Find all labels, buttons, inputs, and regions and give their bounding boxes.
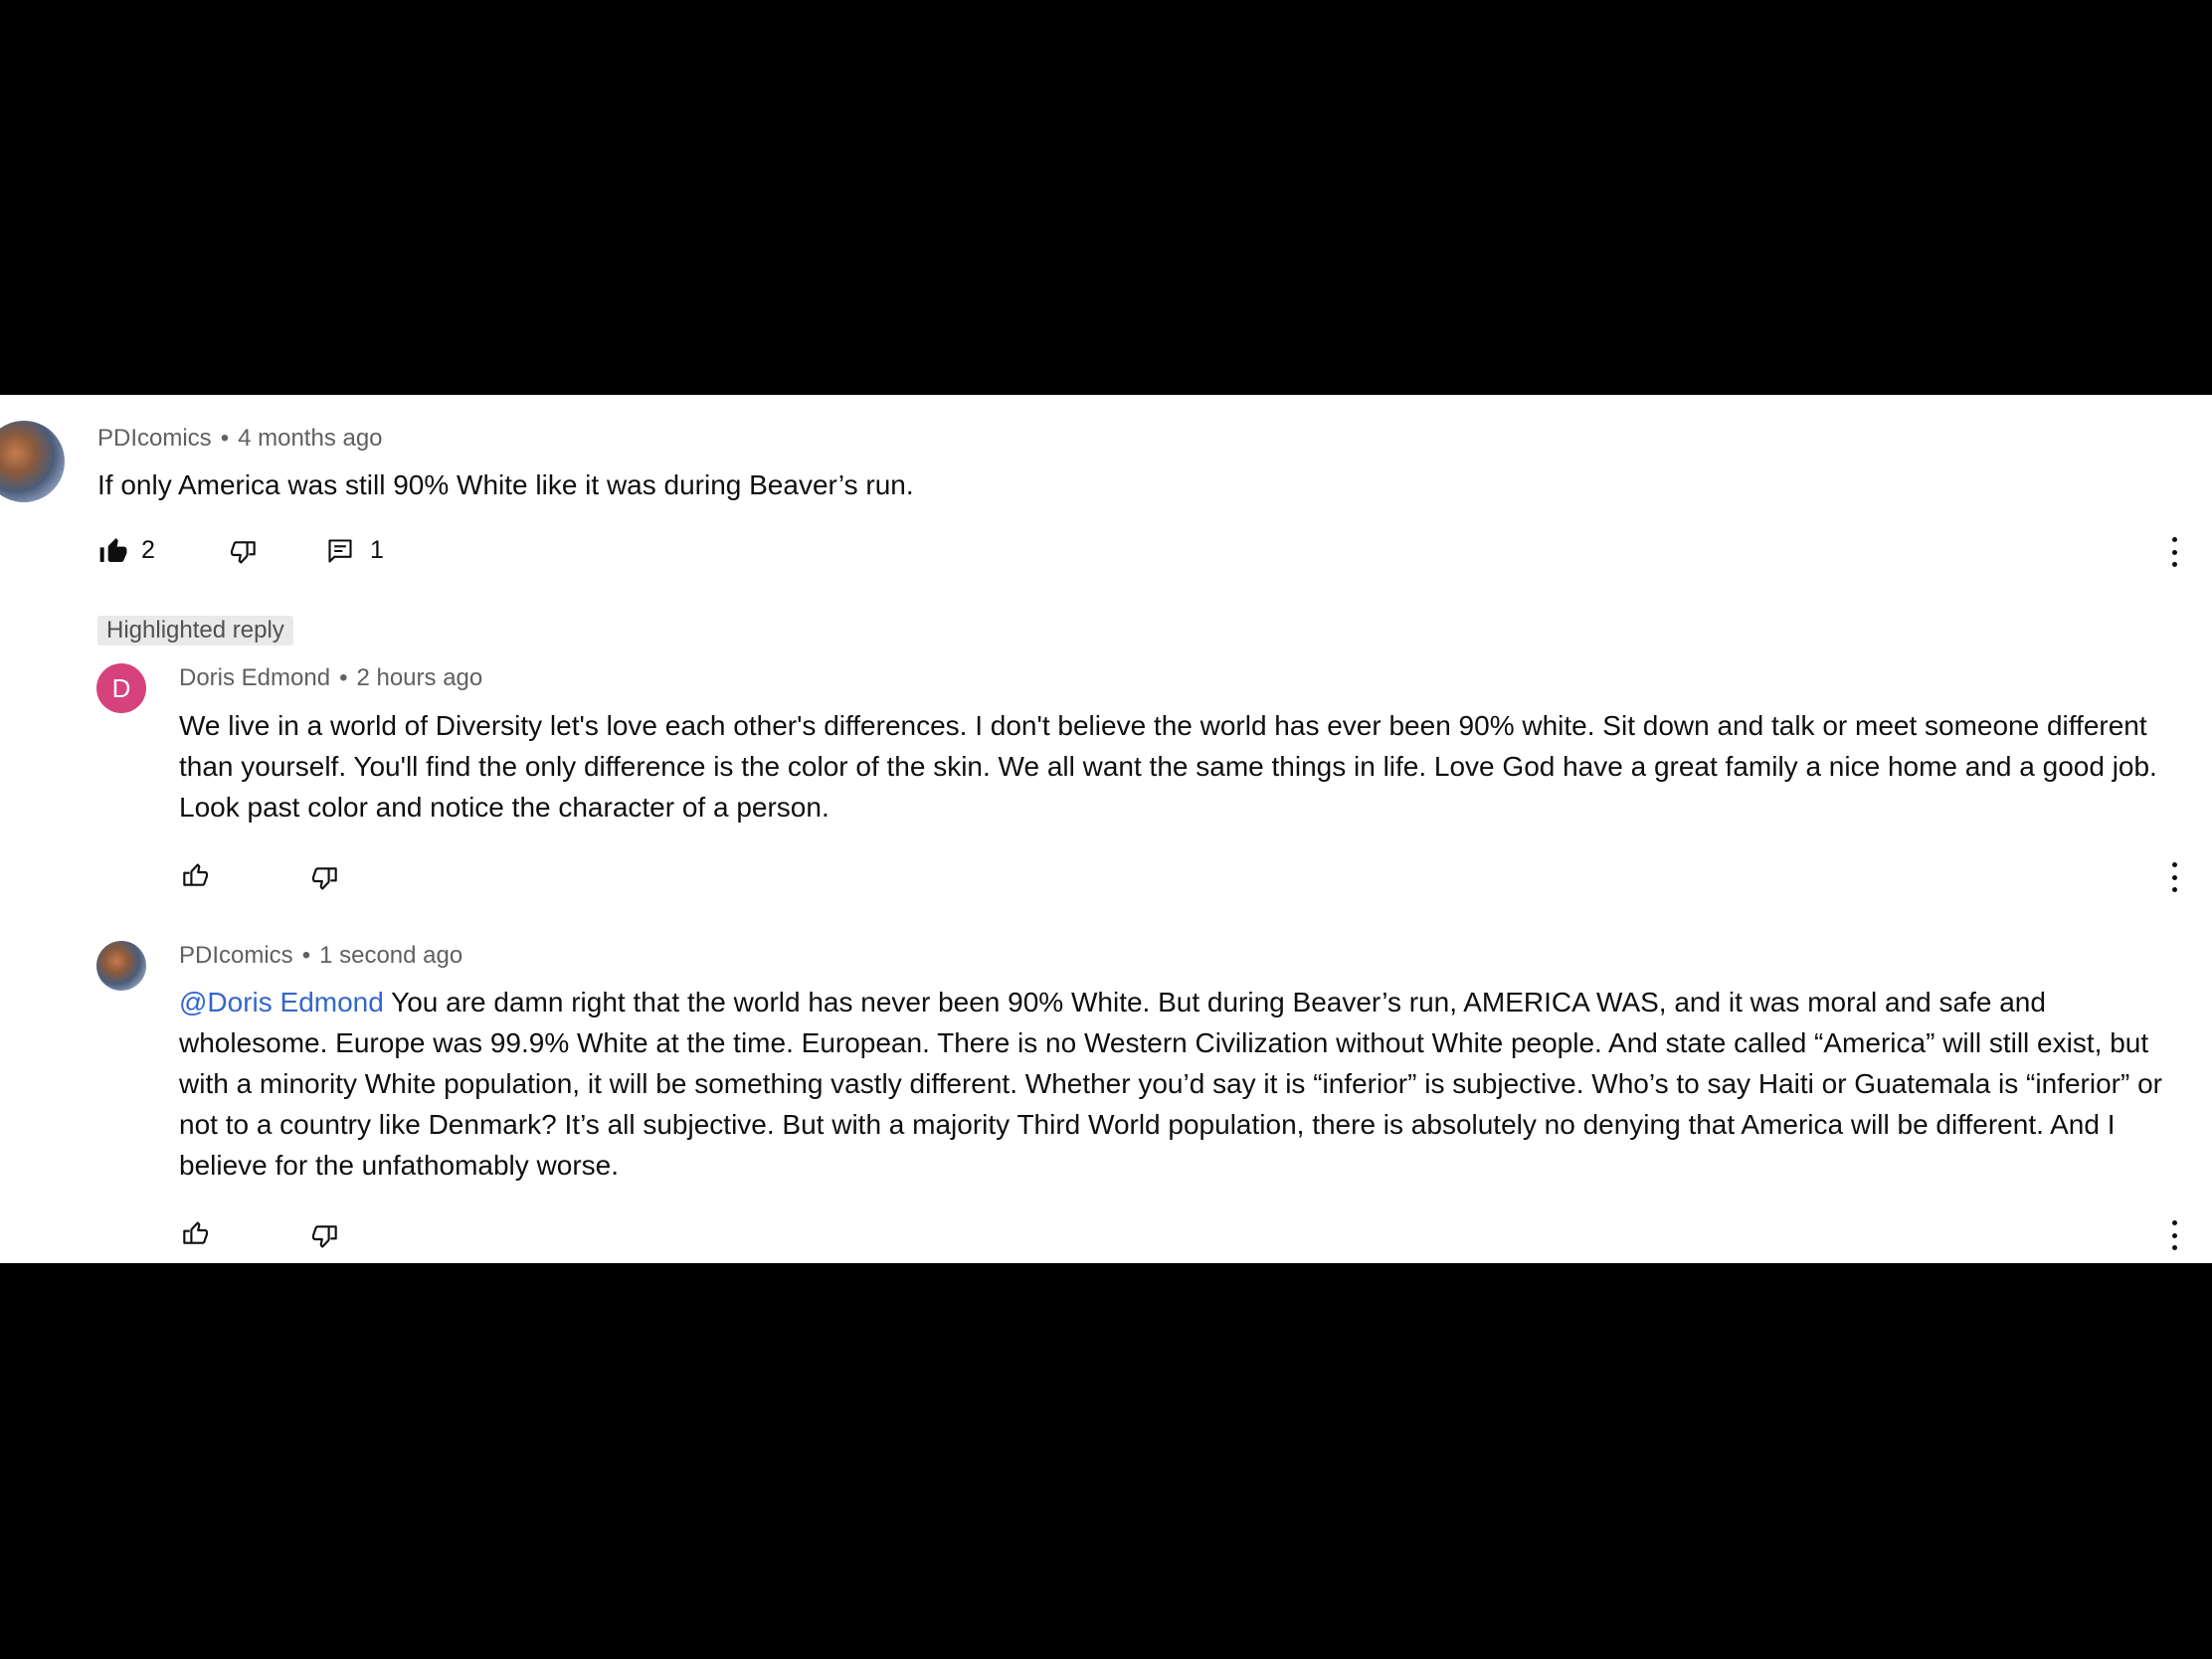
highlighted-reply-badge: Highlighted reply — [97, 616, 293, 645]
comment-text: If only America was still 90% White like… — [97, 469, 914, 500]
reply-author[interactable]: Doris Edmond — [179, 664, 330, 691]
mention-link[interactable]: @Doris Edmond — [179, 987, 384, 1017]
avatar[interactable] — [0, 421, 65, 502]
thumbs-down-icon[interactable] — [309, 863, 341, 895]
comment-meta: PDIcomics • 4 months ago — [97, 424, 383, 454]
separator-dot: • — [339, 664, 348, 691]
reply-time: 2 hours ago — [356, 664, 483, 691]
more-vert-icon[interactable] — [2168, 862, 2180, 892]
avatar[interactable] — [96, 941, 146, 991]
separator-dot: • — [220, 425, 230, 452]
comments-panel: PDIcomics • 4 months ago If only America w… — [0, 395, 2212, 1263]
separator-dot: • — [301, 942, 311, 969]
comment-icon[interactable] — [326, 537, 354, 565]
thumbs-up-icon[interactable] — [179, 1216, 211, 1248]
thumbs-down-icon[interactable] — [309, 1221, 341, 1253]
reply-meta: Doris Edmond • 2 hours ago — [179, 663, 482, 693]
like-count: 2 — [141, 536, 155, 564]
thumbs-down-icon[interactable] — [228, 537, 260, 569]
reply-meta: PDIcomics • 1 second ago — [179, 941, 462, 971]
reply-text-body: You are damn right that the world has ne… — [179, 987, 2162, 1181]
reply-time: 1 second ago — [319, 942, 463, 969]
more-vert-icon[interactable] — [2168, 1220, 2180, 1250]
reply-text: @Doris Edmond You are damn right that th… — [179, 982, 2178, 1186]
reply-author[interactable]: PDIcomics — [179, 942, 293, 969]
avatar[interactable]: D — [96, 663, 146, 713]
thumbs-up-filled-icon[interactable] — [97, 534, 129, 566]
comment-time: 4 months ago — [238, 425, 383, 452]
reply-count[interactable]: 1 — [370, 535, 384, 565]
thumbs-up-icon[interactable] — [179, 858, 211, 890]
reply-text: We live in a world of Diversity let's lo… — [179, 710, 2157, 823]
avatar-letter: D — [111, 672, 131, 703]
more-vert-icon[interactable] — [2168, 537, 2180, 567]
comment-author[interactable]: PDIcomics — [97, 425, 212, 452]
